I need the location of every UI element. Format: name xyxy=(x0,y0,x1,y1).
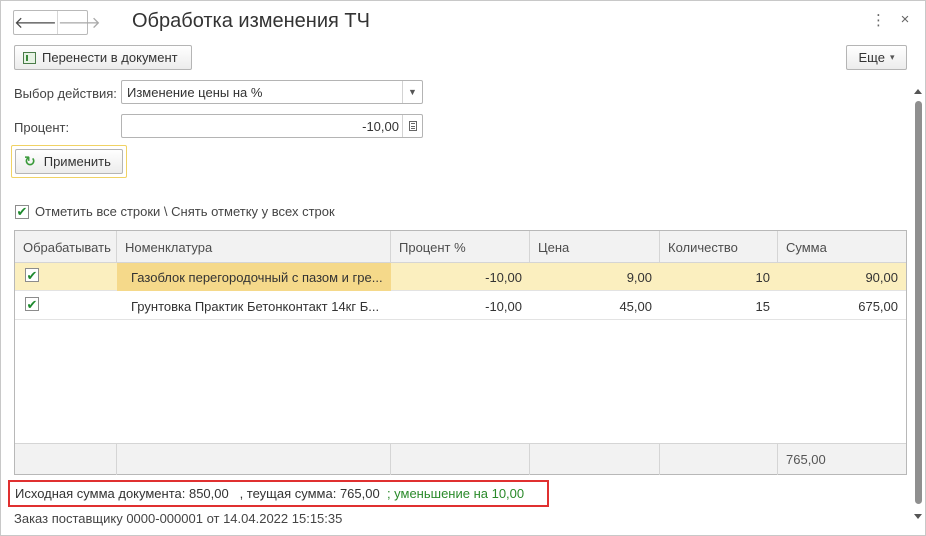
table-row[interactable]: ✔ Грунтовка Практик Бетонконтакт 14кг Б.… xyxy=(15,292,906,320)
summary-decrease: ; уменьшение на 10,00 xyxy=(386,486,525,501)
move-to-document-button[interactable]: Перенести в документ xyxy=(14,45,192,70)
row-sum: 675,00 xyxy=(858,298,898,314)
percent-label: Процент: xyxy=(14,120,70,135)
check-all-toggle[interactable]: ✔ Отметить все строки \ Снять отметку у … xyxy=(15,204,335,219)
order-reference: Заказ поставщику 0000-000001 от 14.04.20… xyxy=(14,511,343,526)
more-button[interactable]: Еще ▾ xyxy=(846,45,907,70)
table-footer: 765,00 xyxy=(15,443,906,475)
document-icon xyxy=(23,51,36,64)
row-percent: -10,00 xyxy=(485,298,522,314)
document-summary: Исходная сумма документа: 850,00 , теуща… xyxy=(8,480,549,507)
dropdown-arrow-icon[interactable]: ▼ xyxy=(402,81,422,103)
table-header: Обрабатывать Номенклатура Процент % Цена… xyxy=(15,231,906,263)
action-label: Выбор действия: xyxy=(14,86,117,101)
more-label: Еще xyxy=(858,50,885,65)
row-nomenclature: Газоблок перегородочный с пазом и гре... xyxy=(117,263,391,291)
percent-input[interactable]: -10,00 xyxy=(121,114,423,138)
scroll-down-icon[interactable] xyxy=(914,514,922,519)
column-header-process[interactable]: Обрабатывать xyxy=(15,231,117,263)
items-table: Обрабатывать Номенклатура Процент % Цена… xyxy=(14,230,907,475)
action-select-value: Изменение цены на % xyxy=(127,84,263,100)
row-percent: -10,00 xyxy=(485,269,522,285)
column-header-sum[interactable]: Сумма xyxy=(778,231,906,263)
more-menu-icon[interactable]: ⋮ xyxy=(871,11,886,29)
column-header-percent[interactable]: Процент % xyxy=(391,231,530,263)
column-header-quantity[interactable]: Количество xyxy=(660,231,778,263)
row-quantity: 15 xyxy=(755,298,770,314)
footer-cell xyxy=(117,444,391,475)
row-sum: 90,00 xyxy=(865,269,898,285)
action-select[interactable]: Изменение цены на % ▼ xyxy=(121,80,423,104)
navigation-buttons: 🡐 🡒 xyxy=(13,10,101,35)
column-header-nomenclature[interactable]: Номенклатура xyxy=(117,231,391,263)
close-icon[interactable]: × xyxy=(899,11,911,29)
back-arrow-icon[interactable]: 🡐 xyxy=(14,11,57,34)
scroll-up-icon[interactable] xyxy=(914,89,922,94)
footer-total-sum: 765,00 xyxy=(786,452,826,467)
footer-cell xyxy=(15,444,117,475)
apply-button[interactable]: ↻ Применить xyxy=(15,149,123,174)
footer-cell xyxy=(391,444,530,475)
column-header-price[interactable]: Цена xyxy=(530,231,660,263)
calculator-icon[interactable] xyxy=(402,115,422,137)
summary-amounts: Исходная сумма документа: 850,00 , теуща… xyxy=(15,486,387,501)
row-nomenclature: Грунтовка Практик Бетонконтакт 14кг Б... xyxy=(131,298,380,314)
vertical-scrollbar[interactable] xyxy=(912,87,924,521)
apply-label: Применить xyxy=(43,154,111,169)
refresh-icon: ↻ xyxy=(24,153,36,169)
percent-value: -10,00 xyxy=(362,118,399,134)
row-price: 45,00 xyxy=(619,298,652,314)
row-quantity: 10 xyxy=(755,269,770,285)
scroll-thumb[interactable] xyxy=(915,101,922,504)
table-row[interactable]: ✔ Газоблок перегородочный с пазом и гре.… xyxy=(15,263,906,291)
row-process-checkbox[interactable]: ✔ xyxy=(25,268,39,282)
forward-arrow-icon[interactable]: 🡒 xyxy=(56,11,101,34)
window-title: Обработка изменения ТЧ xyxy=(132,10,370,32)
chevron-down-icon: ▾ xyxy=(889,52,895,62)
check-all-label: Отметить все строки \ Снять отметку у вс… xyxy=(35,204,335,219)
apply-button-focus-frame: ↻ Применить xyxy=(11,145,127,178)
footer-cell xyxy=(530,444,660,475)
window-controls: ⋮ × xyxy=(871,11,911,29)
row-process-checkbox[interactable]: ✔ xyxy=(25,297,39,311)
check-all-checkbox[interactable]: ✔ xyxy=(15,204,29,219)
processing-window: 🡐 🡒 Обработка изменения ТЧ ⋮ × Перенести… xyxy=(0,0,926,536)
move-to-document-label: Перенести в документ xyxy=(42,50,178,65)
row-price: 9,00 xyxy=(626,269,652,285)
footer-cell xyxy=(660,444,778,475)
